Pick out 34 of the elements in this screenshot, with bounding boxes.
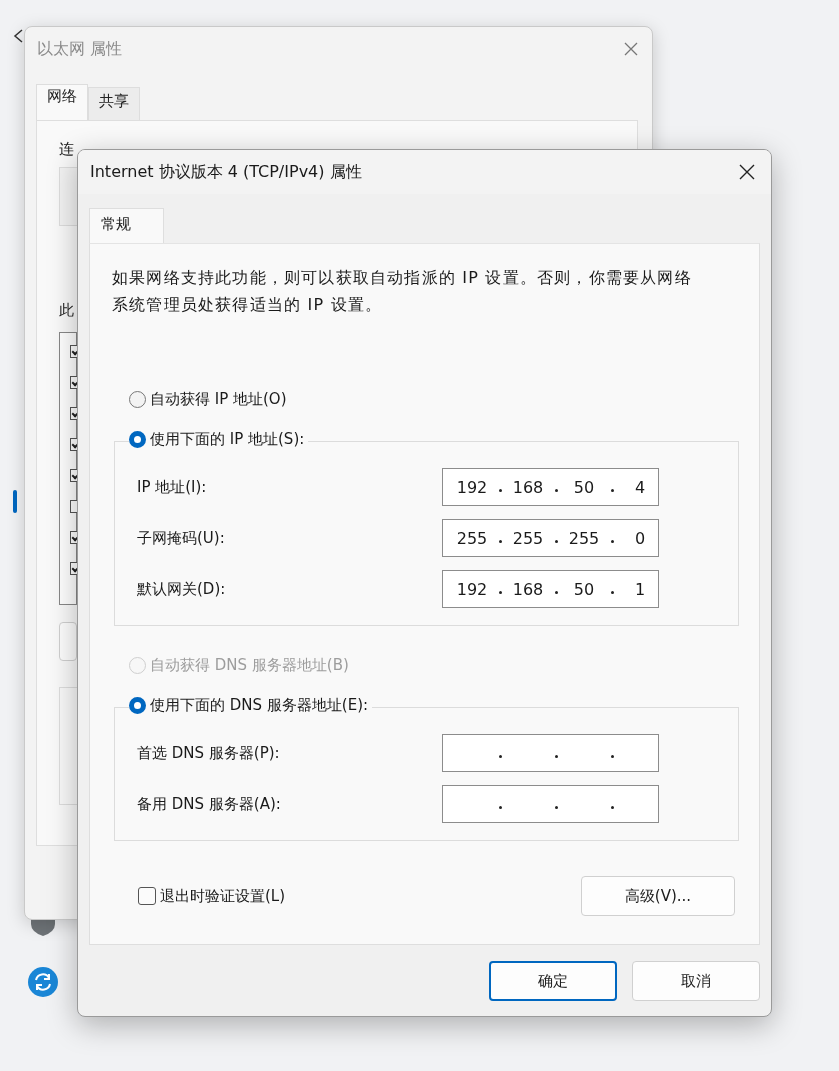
- radio-label: 自动获得 IP 地址(O): [150, 390, 287, 409]
- description-text: 如果网络支持此功能，则可以获取自动指派的 IP 设置。否则，你需要从网络系统管理员处获得适当的 IP 设置。: [112, 267, 693, 316]
- refresh-icon[interactable]: [28, 967, 58, 997]
- tab[interactable]: 网络: [36, 84, 88, 120]
- checkbox[interactable]: [138, 887, 156, 905]
- field-label: IP 地址(I):: [137, 477, 208, 497]
- field-label: 子网掩码(U):: [137, 528, 226, 548]
- radio-label: 使用下面的 IP 地址(S):: [150, 430, 305, 449]
- radio-button[interactable]: [129, 391, 146, 408]
- window-title: 以太网 属性: [37, 38, 123, 60]
- selection-indicator: [13, 490, 17, 513]
- ip-address-field[interactable]: 255 255 255 0: [442, 519, 659, 557]
- radio-label: 使用下面的 DNS 服务器地址(E):: [150, 696, 369, 715]
- radio-button[interactable]: [129, 431, 146, 448]
- checkbox[interactable]: [70, 500, 77, 513]
- cancel-button[interactable]: 取消: [632, 961, 760, 1001]
- checkbox-label: 退出时验证设置(L): [160, 886, 286, 906]
- ip-address-field[interactable]: [442, 785, 659, 823]
- ip-address-field[interactable]: 192 168 50 1: [442, 570, 659, 608]
- label-text: 此: [59, 301, 74, 320]
- advanced-button[interactable]: 高级(V)...: [581, 876, 735, 916]
- field-label: 备用 DNS 服务器(A):: [137, 794, 282, 814]
- radio-label: 自动获得 DNS 服务器地址(B): [150, 656, 349, 675]
- window-title: Internet 协议版本 4 (TCP/IPv4) 属性: [90, 161, 362, 183]
- close-icon[interactable]: [739, 164, 755, 180]
- ok-button[interactable]: 确定: [489, 961, 617, 1001]
- label-text: 连: [59, 140, 74, 159]
- field-label: 默认网关(D):: [137, 579, 227, 599]
- radio-button[interactable]: [129, 697, 146, 714]
- tab[interactable]: 常规: [89, 208, 164, 243]
- tab[interactable]: 共享: [88, 87, 140, 120]
- ip-address-field[interactable]: [442, 734, 659, 772]
- field-label: 首选 DNS 服务器(P):: [137, 743, 281, 763]
- ip-address-field[interactable]: 192 168 50 4: [442, 468, 659, 506]
